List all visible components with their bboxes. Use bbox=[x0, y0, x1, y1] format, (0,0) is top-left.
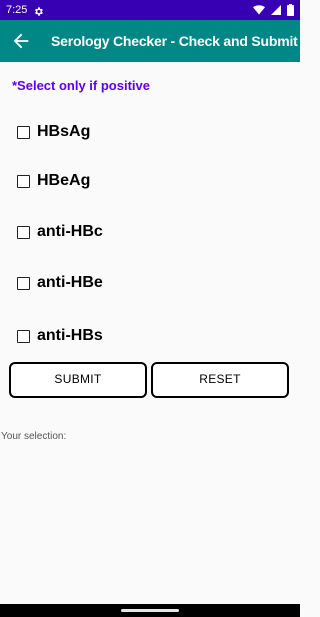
checkbox-square[interactable] bbox=[17, 225, 30, 239]
status-icons bbox=[248, 4, 294, 16]
page-title: Serology Checker - Check and Submit bbox=[51, 33, 298, 49]
checkbox-square[interactable] bbox=[17, 125, 30, 139]
status-bar: 7:25 bbox=[0, 0, 300, 20]
app-bar: Serology Checker - Check and Submit bbox=[0, 20, 300, 62]
navigation-bar bbox=[0, 604, 300, 617]
reset-button[interactable]: RESET bbox=[151, 362, 289, 398]
battery-icon bbox=[287, 4, 294, 16]
status-time: 7:25 bbox=[6, 4, 28, 16]
checkbox-label: HBeAg bbox=[37, 172, 91, 189]
checkbox-hbsag[interactable]: HBsAg bbox=[17, 120, 90, 144]
checkbox-square[interactable] bbox=[17, 276, 30, 290]
checkbox-label: anti-HBe bbox=[37, 274, 103, 291]
checkbox-hbeag[interactable]: HBeAg bbox=[17, 169, 90, 193]
checkbox-label: anti-HBc bbox=[37, 223, 103, 240]
arrow-back-icon[interactable] bbox=[10, 30, 32, 52]
gear-icon bbox=[33, 4, 44, 16]
submit-button[interactable]: SUBMIT bbox=[9, 362, 147, 398]
checkbox-square[interactable] bbox=[17, 174, 30, 188]
signal-icon bbox=[271, 5, 281, 15]
checkbox-anti-hbs[interactable]: anti-HBs bbox=[17, 324, 103, 348]
positive-hint-text: *Select only if positive bbox=[12, 78, 150, 93]
checkbox-anti-hbe[interactable]: anti-HBe bbox=[17, 271, 103, 295]
wifi-icon bbox=[253, 5, 265, 15]
checkbox-anti-hbc[interactable]: anti-HBc bbox=[17, 220, 103, 244]
checkbox-label: anti-HBs bbox=[37, 327, 103, 344]
checkbox-label: HBsAg bbox=[37, 123, 91, 140]
checkbox-square[interactable] bbox=[17, 329, 30, 343]
selection-label: Your selection: bbox=[1, 431, 67, 442]
home-handle[interactable] bbox=[121, 609, 179, 612]
